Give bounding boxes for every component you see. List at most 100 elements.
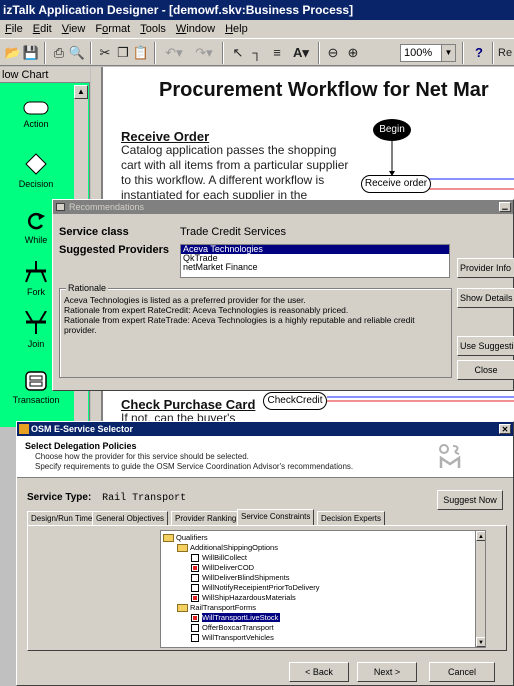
tab-general-objectives[interactable]: General Objectives: [92, 511, 169, 525]
provider-info-button[interactable]: Provider Info: [457, 258, 514, 278]
tree-item-will-notify-receipient[interactable]: WillNotifyReceipientPriorToDelivery: [191, 583, 320, 593]
while-icon: [27, 212, 45, 230]
section-heading-check-purchase-card: Check Purchase Card: [121, 397, 256, 412]
pointer-icon[interactable]: ↖: [230, 43, 246, 63]
tree-item-will-deliver-blind-shipments[interactable]: WillDeliverBlindShipments: [191, 573, 290, 583]
tree-item-will-transport-vehicles[interactable]: WillTransportVehicles: [191, 633, 274, 643]
folder-icon: [177, 544, 188, 553]
print-icon[interactable]: ⎙: [50, 43, 68, 63]
paste-icon[interactable]: 📋: [132, 43, 150, 63]
show-details-button[interactable]: Show Details: [457, 288, 514, 308]
tab-design-run-time[interactable]: Design/Run Time: [27, 511, 97, 525]
suggest-now-button[interactable]: Suggest Now: [437, 490, 503, 510]
tree-item-will-ship-hazardous-materials[interactable]: WillShipHazardousMaterials: [191, 593, 296, 603]
tree-item-will-transport-livestock[interactable]: WillTransportLiveStock: [191, 613, 281, 623]
minimize-icon[interactable]: ▁: [499, 202, 511, 212]
providers-list[interactable]: Aceva Technologies QkTrade netMarket Fin…: [180, 244, 450, 278]
close-icon[interactable]: ✕: [499, 424, 511, 434]
cut-icon[interactable]: ✂: [96, 43, 114, 63]
rationale-label: Rationale: [66, 283, 109, 293]
palette-item-decision[interactable]: Decision: [0, 153, 72, 189]
checkbox[interactable]: [191, 584, 199, 593]
window-icon: [56, 203, 65, 211]
menu-item-format[interactable]: Format: [90, 20, 135, 38]
osm-title-bar: OSM E-Service Selector ✕: [17, 422, 513, 436]
scroll-up-icon[interactable]: ▲: [476, 531, 485, 541]
service-type: Service Type: Rail Transport: [27, 492, 186, 504]
node-receive-order[interactable]: Receive order: [361, 175, 431, 193]
open-icon[interactable]: 📂: [4, 43, 22, 63]
help-button[interactable]: ?: [470, 43, 488, 63]
use-suggestion-button[interactable]: Use Suggestion: [457, 336, 514, 356]
checkbox[interactable]: [191, 634, 199, 643]
tab-provider-ranking[interactable]: Provider Ranking: [171, 511, 241, 525]
tree-item-offer-boxcar-transport[interactable]: OfferBoxcarTransport: [191, 623, 274, 633]
connector-icon[interactable]: ┐: [248, 43, 266, 63]
chevron-down-icon[interactable]: ▼: [441, 45, 455, 61]
header-title: Select Delegation Policies: [25, 441, 137, 451]
tab-service-constraints[interactable]: Service Constraints: [237, 509, 315, 525]
print-preview-icon[interactable]: 🔍: [68, 43, 86, 63]
scroll-up-icon[interactable]: ▲: [74, 85, 88, 99]
list-item[interactable]: Aceva Technologies: [181, 245, 449, 254]
menu-item-window[interactable]: Window: [171, 20, 220, 38]
cancel-button[interactable]: Cancel: [429, 662, 495, 682]
checkbox[interactable]: [191, 624, 199, 633]
checkbox-checked[interactable]: [191, 594, 199, 603]
zoom-in-icon[interactable]: ⊕: [344, 43, 362, 63]
tab-bar: Design/Run Time General Objectives Provi…: [27, 509, 507, 525]
menu-item-help[interactable]: Help: [220, 20, 253, 38]
service-class-value: Trade Credit Services: [180, 226, 286, 238]
recommendations-dialog: Recommendations ▁ Service class Trade Cr…: [52, 199, 514, 391]
node-check-credit[interactable]: CheckCredit: [263, 392, 327, 410]
tree-folder-qualifiers[interactable]: Qualifiers: [163, 533, 208, 543]
zoom-out-icon[interactable]: ⊖: [324, 43, 342, 63]
tree-item-will-deliver-cod[interactable]: WillDeliverCOD: [191, 563, 254, 573]
osm-service-selector-dialog: OSM E-Service Selector ✕ Select Delegati…: [16, 421, 514, 686]
suggested-providers-label: Suggested Providers: [59, 244, 170, 256]
font-button[interactable]: A▾: [288, 43, 314, 63]
scroll-down-icon[interactable]: ▼: [476, 637, 485, 647]
rationale-text: Aceva Technologies is listed as a prefer…: [64, 295, 415, 335]
save-icon[interactable]: 💾: [22, 43, 40, 63]
undo-icon[interactable]: ↶▾: [160, 43, 188, 63]
next-button[interactable]: Next >: [357, 662, 417, 682]
tree-folder-additional-shipping-options[interactable]: AdditionalShippingOptions: [177, 543, 278, 553]
back-button[interactable]: < Back: [289, 662, 349, 682]
checkbox[interactable]: [191, 554, 199, 563]
checkbox-checked[interactable]: [191, 564, 199, 573]
osm-logo-icon: [439, 444, 461, 468]
checkbox[interactable]: [191, 574, 199, 583]
join-icon: [25, 310, 47, 334]
list-item[interactable]: netMarket Finance: [181, 263, 449, 272]
copy-icon[interactable]: ❐: [114, 43, 132, 63]
fork-icon: [25, 261, 47, 283]
layout-icon[interactable]: ≡: [268, 43, 286, 63]
tree-item-will-bill-collect[interactable]: WillBillCollect: [191, 553, 247, 563]
close-button[interactable]: Close: [457, 360, 514, 380]
folder-icon: [163, 534, 174, 543]
checkbox-checked[interactable]: [191, 614, 199, 623]
constraints-tree[interactable]: Qualifiers AdditionalShippingOptions Wil…: [160, 530, 486, 648]
tree-folder-rail-transport-forms[interactable]: RailTransportForms: [177, 603, 256, 613]
action-icon: [23, 101, 49, 115]
tree-scrollbar[interactable]: ▲ ▼: [475, 531, 485, 647]
menu-item-edit[interactable]: Edit: [28, 20, 57, 38]
redo-icon[interactable]: ↷▾: [190, 43, 218, 63]
toolbar: 📂 💾 ⎙ 🔍 ✂ ❐ 📋 ↶▾ ↷▾ ↖ ┐ ≡ A▾ ⊖ ⊕ 100% ▼ …: [0, 38, 514, 66]
osm-header: Select Delegation Policies Choose how th…: [17, 436, 513, 478]
palette-header: low Chart: [0, 67, 90, 83]
menu-item-file[interactable]: File: [0, 20, 28, 38]
tab-decision-experts[interactable]: Decision Experts: [317, 511, 386, 525]
zoom-select[interactable]: 100% ▼: [400, 44, 456, 62]
service-class-label: Service class: [59, 226, 129, 238]
toolbar-overflow-text: Re: [498, 47, 513, 59]
app-window: izTalk Application Designer - [demowf.sk…: [0, 0, 514, 686]
folder-icon: [177, 604, 188, 613]
menu-item-view[interactable]: View: [57, 20, 91, 38]
recommendations-title-bar: Recommendations ▁: [53, 200, 513, 214]
palette-item-action[interactable]: Action: [0, 101, 72, 129]
service-type-label: Service Type:: [27, 492, 92, 503]
menu-item-tools[interactable]: Tools: [135, 20, 171, 38]
window-title: izTalk Application Designer - [demowf.sk…: [0, 0, 514, 20]
